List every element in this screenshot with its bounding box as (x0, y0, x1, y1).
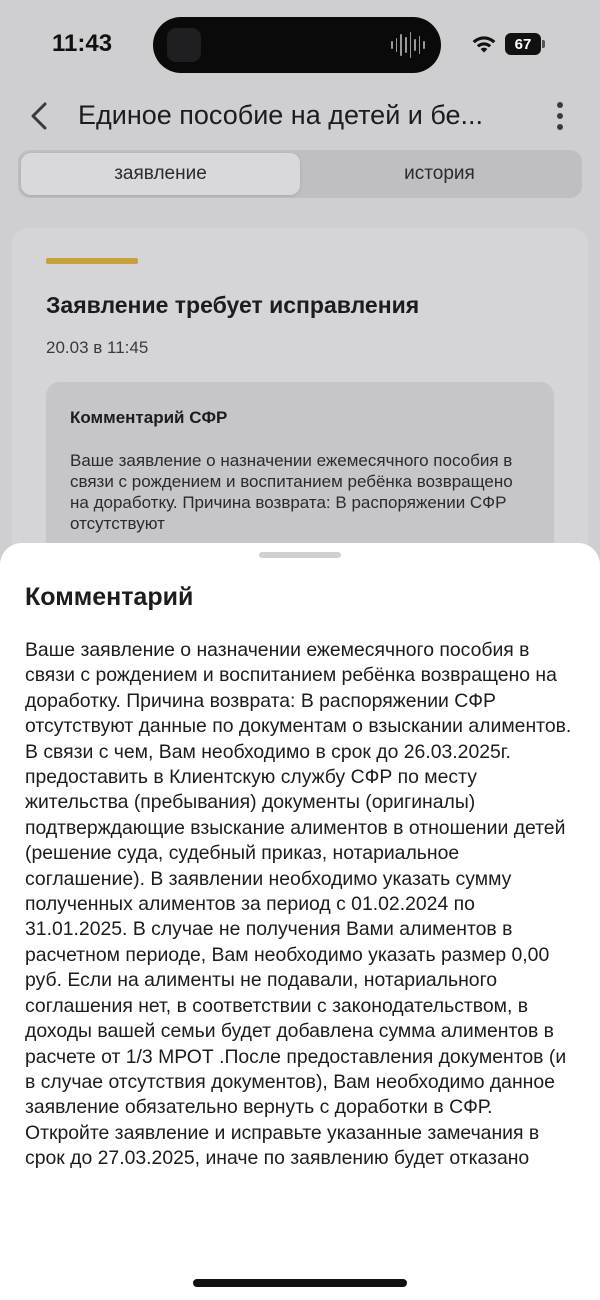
status-title: Заявление требует исправления (46, 292, 420, 318)
audio-wave-icon (391, 31, 425, 59)
status-bar: 11:43 67 (0, 0, 600, 90)
comment-bottom-sheet: Комментарий Ваше заявление о назначении … (0, 543, 600, 1300)
status-time: 11:43 (52, 30, 113, 57)
back-chevron-icon[interactable] (24, 94, 54, 138)
more-vertical-icon[interactable] (546, 98, 574, 134)
comment-preview-text: Ваше заявление о назначении ежемесячного… (70, 451, 513, 533)
sheet-comment-text: Ваше заявление о назначении ежемесячного… (25, 639, 572, 1170)
tab-application[interactable]: заявление (21, 153, 300, 195)
status-indicator (46, 258, 138, 264)
page-title: Единое пособие на детей и бе... (78, 100, 484, 130)
comment-preview-title: Комментарий СФР (70, 408, 228, 427)
tab-history[interactable]: история (300, 153, 579, 195)
sheet-grabber-handle[interactable] (259, 552, 341, 558)
battery-level: 67 (514, 35, 532, 53)
wifi-icon (472, 36, 496, 53)
segmented-control: заявление история (18, 150, 582, 198)
nav-bar: Единое пособие на детей и бе... (0, 90, 600, 142)
dynamic-island (153, 17, 441, 73)
home-indicator[interactable] (193, 1279, 407, 1287)
status-date: 20.03 в 11:45 (46, 338, 149, 357)
camera-icon (167, 28, 201, 62)
battery-icon: 67 (505, 33, 545, 55)
sheet-title: Комментарий (25, 583, 194, 611)
